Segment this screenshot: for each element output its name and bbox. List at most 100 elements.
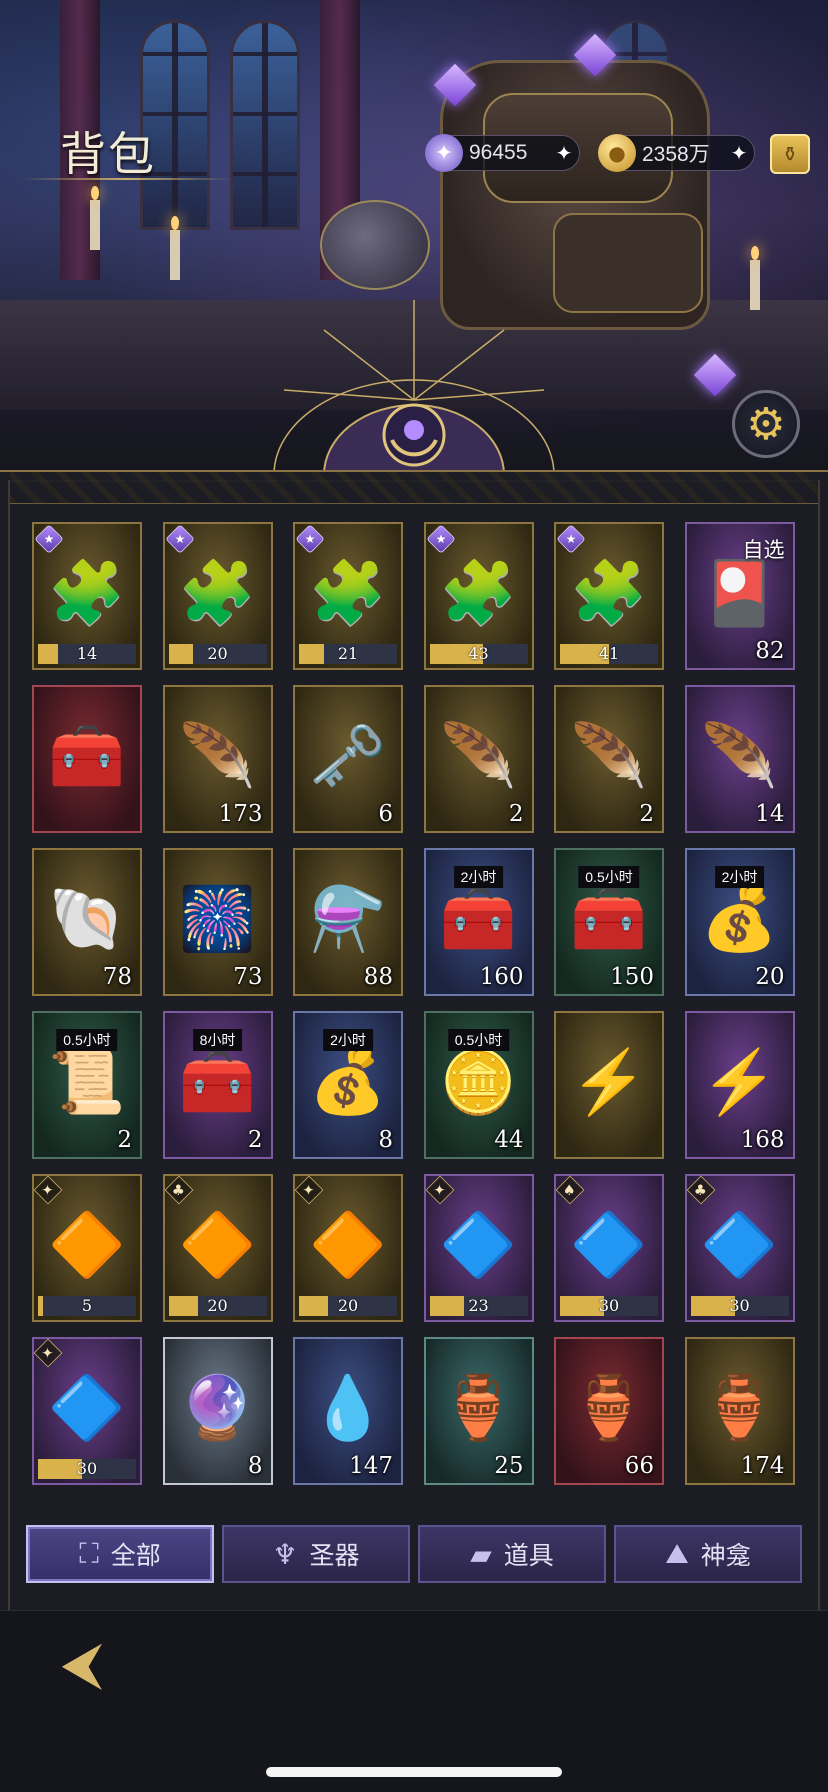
item-art: 📜 [48,1044,126,1118]
inventory-slot[interactable]: 🧰 0.5小时 150 [554,848,664,996]
item-quantity: 25 [494,1453,524,1479]
suit-glyph: ✦ [302,1182,315,1200]
suit-glyph: ♣ [693,1182,707,1200]
progress-count: 20 [207,1296,228,1315]
home-indicator [266,1767,562,1777]
add-gold-button[interactable]: ✦ [724,141,754,165]
fragment-progress-bar: 5 [38,1296,136,1316]
select-badge: 自选 [742,538,785,562]
fragment-progress-bar: 20 [299,1296,397,1316]
inventory-slot[interactable]: ⚡ 168 [684,1011,795,1159]
duration-label: 2小时 [323,1029,373,1051]
item-quantity: 2 [117,1127,132,1153]
progress-count: 20 [337,1296,359,1315]
inventory-slot[interactable]: 🪙 0.5小时 44 [423,1011,534,1159]
inventory-slot[interactable]: 🧩 ★ 21 [293,522,403,670]
inventory-slot[interactable]: 🪶 173 [162,685,273,833]
progress-count: 30 [729,1296,750,1315]
star-rank-icon: ★ [295,524,325,554]
inventory-slot[interactable]: 🔷 ✦ 23 [423,1174,534,1322]
item-quantity: 78 [102,964,132,990]
inventory-slot[interactable]: 🔶 ✦ 20 [293,1174,403,1322]
item-art: 🧩 [309,555,387,629]
suit-icon: ✦ [295,1176,324,1205]
inventory-slot[interactable]: 🏺 174 [684,1337,795,1485]
inventory-slot[interactable]: 🧩 ★ 41 [554,522,664,670]
inventory-slot[interactable]: 🔮 8 [162,1337,273,1485]
tab-1[interactable]: ♆ 圣器 [222,1525,410,1583]
fragment-progress-bar: 30 [560,1296,658,1316]
settings-button[interactable]: ⚙ [732,390,800,458]
item-quantity: 173 [218,801,263,827]
inventory-slot[interactable]: 🧰 [32,685,142,833]
inventory-slot[interactable]: 🗝️ 6 [293,685,403,833]
fragment-progress-bar: 20 [168,644,267,664]
item-art: 🗝️ [309,718,387,792]
inventory-slot[interactable]: 🔶 ✦ 5 [32,1174,142,1322]
inventory-slot[interactable]: 🔷 ♠ 30 [554,1174,664,1322]
progress-count: 41 [598,644,620,663]
item-quantity: 44 [494,1127,524,1153]
add-gems-button[interactable]: ✦ [549,141,579,165]
item-art: 🧰 [178,1044,257,1118]
ingots-icon: ▰ [470,1537,492,1571]
tab-2[interactable]: ▰ 道具 [418,1525,606,1583]
inventory-slot[interactable]: 🧰 8小时 2 [162,1011,273,1159]
inventory-slot[interactable]: 💰 2小时 20 [684,848,795,996]
candle [750,246,760,310]
inventory-slot[interactable]: 🐚 78 [32,848,142,996]
money-bag-button[interactable]: ⚱ [770,134,810,174]
inventory-slot[interactable]: 🧩 ★ 14 [32,522,142,670]
chalice-icon: ♆ [272,1537,298,1571]
inventory-slot[interactable]: 🪶 2 [423,685,534,833]
progress-count: 43 [468,644,489,663]
item-art: 🔶 [178,1207,257,1281]
inventory-slot[interactable]: 🧩 ★ 43 [423,522,534,670]
inventory-slot[interactable]: ⚗️ 88 [293,848,403,996]
inventory-slot[interactable]: 🔷 ✦ 30 [32,1337,142,1485]
inventory-slot[interactable]: 🎆 73 [162,848,273,996]
inventory-slot[interactable]: 🏺 25 [423,1337,534,1485]
inventory-slot[interactable]: 🪶 2 [554,685,664,833]
item-art: 🏺 [700,1370,779,1444]
currency-gold-value: 2358万 [642,143,710,166]
item-art: 💰 [309,1044,387,1118]
progress-count: 14 [76,644,98,663]
page-title: 背包 [60,127,156,181]
candle [90,186,100,250]
duration-label: 2小时 [714,866,765,888]
inventory-slot[interactable]: 🧰 2小时 160 [423,848,534,996]
suit-icon: ♠ [556,1176,585,1205]
inventory-slot[interactable]: 🪶 14 [684,685,795,833]
inventory-slot[interactable]: 🏺 66 [554,1337,664,1485]
inventory-slot[interactable]: ⚡ [554,1011,664,1159]
item-quantity: 8 [378,1127,393,1153]
tab-3[interactable]: ⛰ 神龛 [614,1525,802,1583]
currency-gems-value: 96455 [469,141,528,164]
tab-0[interactable]: ⛶ 全部 [26,1525,214,1583]
tab-label: 全部 [110,1541,161,1570]
item-art: 🎆 [178,881,257,955]
item-quantity: 168 [740,1127,785,1153]
item-quantity: 174 [740,1453,785,1479]
item-art: 🧰 [439,881,518,955]
inventory-slot[interactable]: 💰 2小时 8 [293,1011,403,1159]
tab-label: 圣器 [309,1541,360,1570]
item-art: 🧰 [570,881,648,955]
back-button[interactable]: ⮜ [40,1628,124,1698]
item-quantity: 66 [624,1453,654,1479]
suit-glyph: ✦ [41,1182,54,1200]
inventory-slot[interactable]: 🔶 ♣ 20 [162,1174,273,1322]
item-art: 🪙 [439,1044,518,1118]
item-art: ⚗️ [309,881,387,955]
inventory-slot[interactable]: 🎴 自选 82 [684,522,795,670]
item-art: 🪶 [178,718,257,792]
star-gem-icon: ✦ [425,134,463,172]
teapot [320,200,430,290]
inventory-slot[interactable]: 💧 147 [293,1337,403,1485]
inventory-slot[interactable]: 🔷 ♣ 30 [684,1174,795,1322]
inventory-slot[interactable]: 📜 0.5小时 2 [32,1011,142,1159]
moon-emblem [273,300,555,476]
progress-count: 23 [468,1296,489,1315]
inventory-slot[interactable]: 🧩 ★ 20 [162,522,273,670]
